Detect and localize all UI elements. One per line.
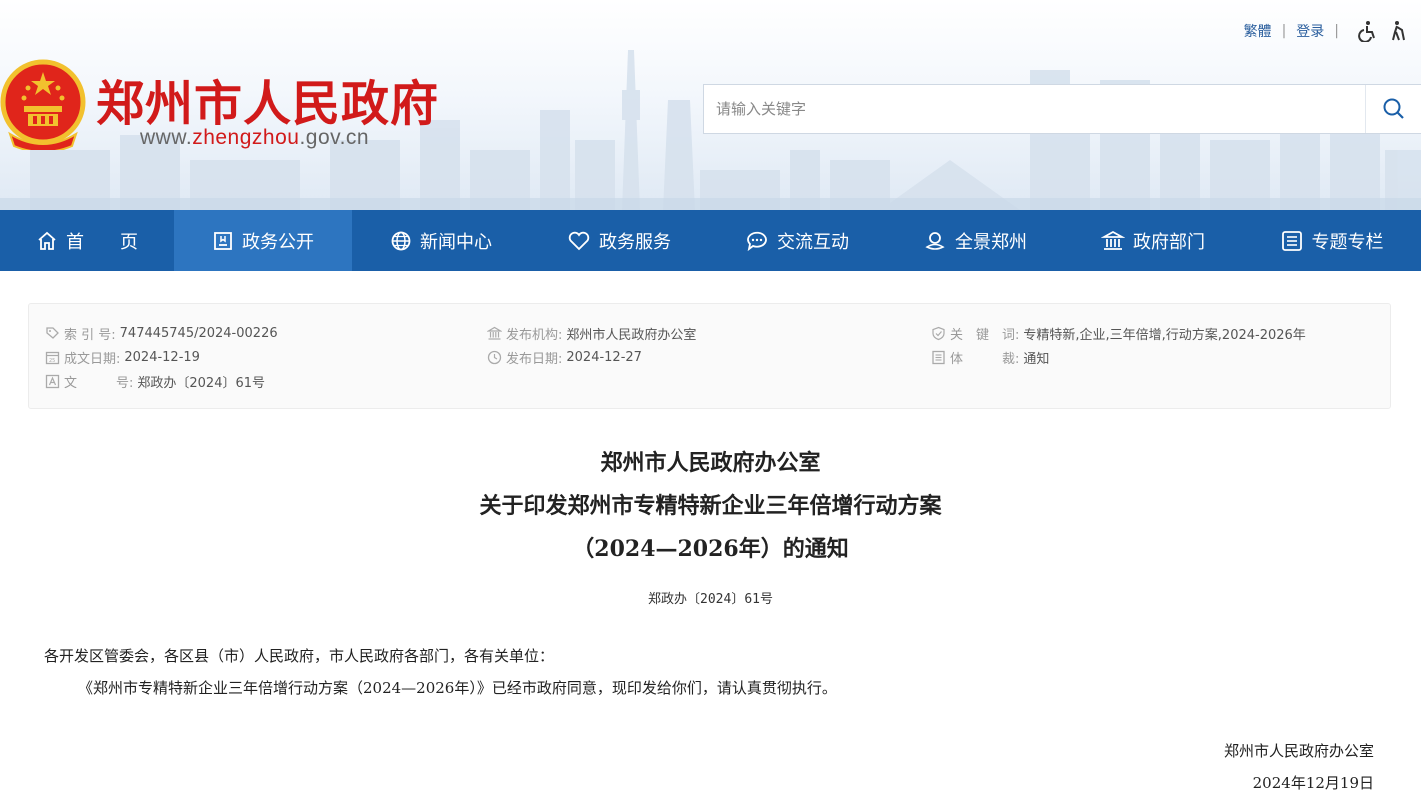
institution-icon: [487, 326, 502, 341]
nav-panorama[interactable]: 全景郑州: [886, 210, 1064, 271]
top-links: 繁體 | 登录 |: [1244, 18, 1409, 44]
document-icon: [214, 231, 232, 250]
site-title: 郑州市人民政府: [96, 76, 440, 132]
meta-keywords: 关 键 词: 专精特新,企业,三年倍增,行动方案,2024-2026年: [931, 324, 1306, 343]
meta-publisher: 发布机构: 郑州市人民政府办公室: [487, 324, 696, 343]
document-date: 2024年12月19日: [1252, 774, 1374, 792]
text-icon: [45, 374, 60, 389]
document-list-icon: [931, 350, 946, 365]
home-icon: [38, 231, 56, 250]
site-header: 郑州市人民政府 www.zhengzhou.gov.cn 繁體 | 登录 |: [0, 0, 1421, 210]
search-input[interactable]: [704, 85, 1365, 133]
traditional-chinese-link[interactable]: 繁體: [1244, 21, 1272, 41]
document-body: 《郑州市专精特新企业三年倍增行动方案（2024—2026年）》已经市政府同意，现…: [78, 679, 837, 697]
nav-government-services[interactable]: 政务服务: [530, 210, 708, 271]
nav-special-topics[interactable]: 专题专栏: [1242, 210, 1421, 271]
divider: |: [1334, 23, 1339, 39]
document-salutation: 各开发区管委会，各区县（市）人民政府，市人民政府各部门，各有关单位：: [44, 647, 555, 665]
nav-home[interactable]: 首 页: [0, 210, 174, 271]
shield-icon: [931, 326, 946, 341]
elderly-mode-icon[interactable]: [1387, 20, 1409, 42]
svg-text:25: 25: [49, 358, 55, 364]
document-title-line-3: （2024—2026年）的通知: [572, 536, 849, 562]
meta-document-number: 文 号: 郑政办〔2024〕61号: [45, 372, 265, 391]
tag-icon: [45, 326, 60, 341]
meta-genre: 体 裁: 通知: [931, 348, 1049, 367]
nav-interaction[interactable]: 交流互动: [708, 210, 886, 271]
document-title-line-1: 郑州市人民政府办公室: [600, 450, 821, 476]
building-icon: [1101, 230, 1125, 250]
list-icon: [1281, 230, 1302, 251]
login-link[interactable]: 登录: [1296, 21, 1324, 41]
national-emblem-icon: [0, 59, 86, 150]
divider: |: [1281, 23, 1287, 39]
calendar-icon: 25: [45, 350, 60, 365]
accessibility-icon[interactable]: [1357, 20, 1379, 42]
globe-icon: [391, 231, 411, 250]
meta-creation-date: 25 成文日期: 2024-12-19: [45, 348, 200, 367]
nav-government-affairs[interactable]: 政务公开: [174, 210, 352, 271]
meta-index-number: 索 引 号: 747445745/2024-00226: [45, 324, 278, 343]
panorama-icon: [925, 231, 945, 250]
document-title-line-2: 关于印发郑州市专精特新企业三年倍增行动方案: [479, 493, 942, 519]
clock-icon: [487, 350, 502, 365]
main-nav: 首 页 政务公开 新闻中心 政务服务 交流互动 全景郑州 政府部门 专题专栏: [0, 210, 1421, 271]
nav-departments[interactable]: 政府部门: [1064, 210, 1242, 271]
search-button[interactable]: [1365, 85, 1421, 133]
document-signer: 郑州市人民政府办公室: [1223, 742, 1374, 760]
meta-publish-date: 发布日期: 2024-12-27: [487, 348, 642, 367]
document-metadata: 索 引 号: 747445745/2024-00226 25 成文日期: 202…: [28, 303, 1391, 409]
document-number: 郑政办〔2024〕61号: [648, 592, 773, 607]
nav-news-center[interactable]: 新闻中心: [352, 210, 530, 271]
search-box: [703, 84, 1421, 134]
search-icon: [1383, 98, 1404, 119]
heart-icon: [568, 231, 590, 250]
site-url: www.zhengzhou.gov.cn: [140, 126, 370, 149]
chat-icon: [747, 231, 767, 251]
